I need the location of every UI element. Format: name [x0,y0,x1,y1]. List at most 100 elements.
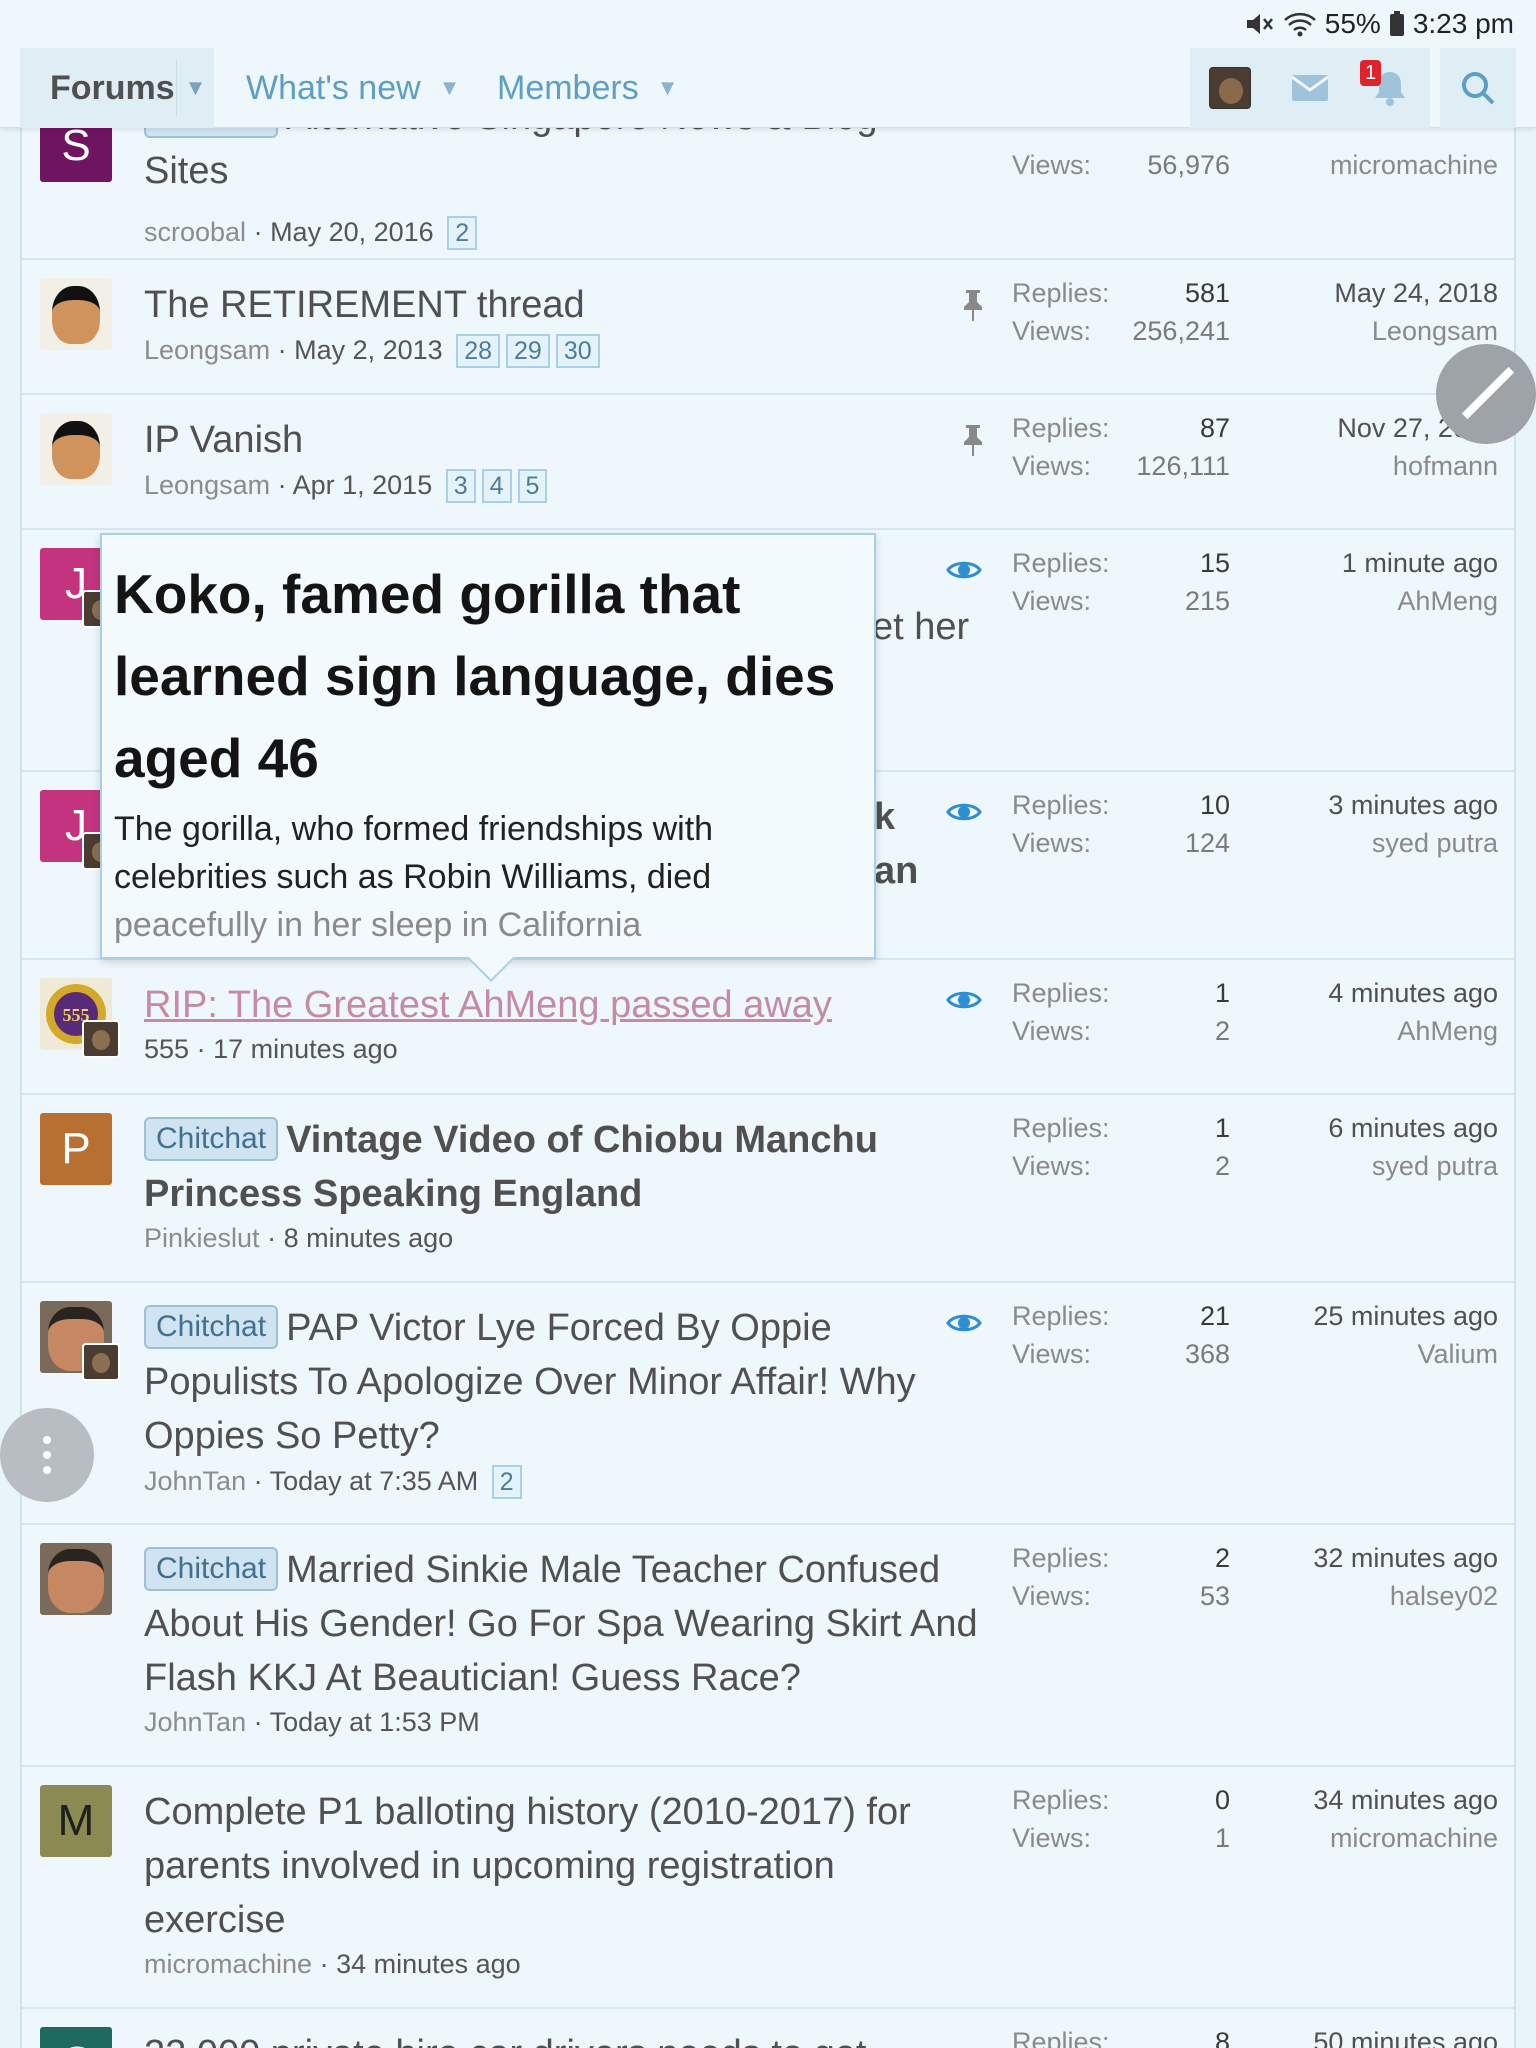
avatar[interactable] [40,1543,112,1615]
alert-count-badge: 1 [1360,60,1382,86]
last-post-user[interactable]: micromachine [1258,1819,1498,1857]
replies-label: Replies: [1012,1301,1110,1331]
page-link[interactable]: 2 [447,216,478,250]
views-label: Views: [1012,1823,1092,1853]
thread-row[interactable]: IP Vanish Leongsam · Apr 1, 2015 345 Rep… [22,395,1514,530]
tab-whats-new[interactable]: What's new ▼ [246,48,460,128]
thread-title[interactable]: Chitchat PAP Victor Lye Forced By Oppie P… [144,1301,984,1463]
thread-row[interactable]: Chitchat PAP Victor Lye Forced By Oppie P… [22,1283,1514,1525]
alerts-button[interactable]: 1 [1350,48,1430,128]
thread-row[interactable]: C 22,000 private hire car drivers needs … [22,2009,1514,2048]
search-button[interactable] [1440,48,1516,128]
last-post-user[interactable]: Valium [1258,1335,1498,1373]
thread-meta: 555 · 17 minutes ago [144,1034,398,1064]
avatar[interactable] [40,278,112,350]
last-post[interactable]: May 24, 2018 Leongsam [1258,274,1498,350]
avatar[interactable] [40,413,112,485]
avatar[interactable]: M [40,1785,112,1857]
last-post[interactable]: 1 minute ago AhMeng [1258,544,1498,620]
thread-prefix[interactable]: Chitchat [144,1117,279,1161]
thread-date: Apr 1, 2015 [292,470,433,500]
last-post[interactable]: 50 minutes ago [1258,2023,1498,2048]
thread-prefix[interactable]: Chitchat [144,1305,279,1349]
last-post-user[interactable]: micromachine [1258,146,1498,184]
last-post-time[interactable]: May 24, 2018 [1258,274,1498,312]
last-post-user[interactable]: syed putra [1258,1147,1498,1185]
avatar[interactable]: C [40,2027,112,2048]
last-post-time[interactable]: 6 minutes ago [1258,1109,1498,1147]
thread-title[interactable]: IP Vanish [144,413,984,467]
thread-title-continued[interactable]: an [874,844,954,898]
tab-forums[interactable]: Forums ▼ [20,48,214,128]
thread-title[interactable]: 22,000 private hire car drivers needs to… [144,2027,984,2048]
replies-count: 21 [1199,1301,1230,1331]
thread-meta: JohnTan · Today at 7:35 AM 2 [144,1465,522,1499]
wifi-icon [1283,12,1316,37]
thread-meta: Leongsam · May 2, 2013 28 29 30 [144,334,600,368]
last-post[interactable]: micromachine [1258,146,1498,184]
thread-stats: Replies: 8 [1012,2023,1230,2048]
thread-title[interactable]: Complete P1 balloting history (2010-2017… [144,1785,984,1947]
last-post-time[interactable]: 4 minutes ago [1258,974,1498,1012]
tab-members[interactable]: Members ▼ [497,48,678,128]
page-link[interactable]: 3 [445,469,476,503]
last-post-time[interactable]: 3 minutes ago [1258,786,1498,824]
thread-title[interactable]: RIP: The Greatest AhMeng passed away [144,978,984,1032]
last-post[interactable]: 4 minutes ago AhMeng [1258,974,1498,1050]
pin-icon [964,290,982,321]
page-link[interactable]: 2 [491,1465,522,1499]
last-post[interactable]: 32 minutes ago halsey02 [1258,1539,1498,1615]
thread-author[interactable]: Leongsam [144,470,270,500]
last-post-user[interactable]: halsey02 [1258,1577,1498,1615]
thread-title[interactable]: k [874,790,934,844]
thread-title-continued[interactable]: Sites [144,144,984,198]
last-post-user[interactable]: syed putra [1258,824,1498,862]
last-post[interactable]: 6 minutes ago syed putra [1258,1109,1498,1185]
last-post-time[interactable]: 34 minutes ago [1258,1781,1498,1819]
thread-prefix[interactable]: Chitchat [144,1547,279,1591]
page-link[interactable]: 5 [517,469,548,503]
thread-author[interactable]: scroobal [144,217,246,247]
thread-row[interactable]: Chitchat Married Sinkie Male Teacher Conf… [22,1525,1514,1767]
compose-button[interactable] [1436,344,1536,444]
last-post-user[interactable]: Leongsam [1258,312,1498,350]
last-post-time[interactable]: 25 minutes ago [1258,1297,1498,1335]
thread-author[interactable]: Leongsam [144,335,270,365]
thread-row[interactable]: 555 RIP: The Greatest AhMeng passed away… [22,960,1514,1095]
last-post-time[interactable]: 32 minutes ago [1258,1539,1498,1577]
account-button[interactable] [1190,48,1270,128]
page-link[interactable]: 30 [555,334,600,368]
thread-author[interactable]: micromachine [144,1949,312,1979]
last-post[interactable]: 3 minutes ago syed putra [1258,786,1498,862]
thread-date: 8 minutes ago [283,1223,454,1253]
inbox-button[interactable] [1270,48,1350,128]
thread-title[interactable]: Chitchat Vintage Video of Chiobu Manchu P… [144,1113,984,1221]
avatar[interactable]: P [40,1113,112,1185]
more-options-button[interactable] [0,1408,94,1502]
thread-row[interactable]: M Complete P1 balloting history (2010-20… [22,1767,1514,2009]
page-link[interactable]: 28 [456,334,501,368]
last-post[interactable]: 25 minutes ago Valium [1258,1297,1498,1373]
last-post[interactable]: 34 minutes ago micromachine [1258,1781,1498,1857]
thread-author[interactable]: JohnTan [144,1466,246,1496]
page-link[interactable]: 4 [481,469,512,503]
replies-label: Replies: [1012,978,1110,1008]
last-post-time[interactable]: 50 minutes ago [1258,2023,1498,2048]
last-post-time[interactable]: 1 minute ago [1258,544,1498,582]
last-post-user[interactable]: AhMeng [1258,1012,1498,1050]
thread-row[interactable]: The RETIREMENT thread Leongsam · May 2, … [22,260,1514,395]
thread-title[interactable]: Chitchat Married Sinkie Male Teacher Conf… [144,1543,984,1705]
thread-author[interactable]: Pinkieslut [144,1223,260,1253]
replies-label: Replies: [1012,1543,1110,1573]
last-post-user[interactable]: AhMeng [1258,582,1498,620]
thread-stats: Replies: 87 Views: 126,111 [1012,409,1230,485]
thread-author[interactable]: JohnTan [144,1707,246,1737]
chevron-down-icon[interactable]: ▼ [176,60,214,116]
thread-title[interactable]: The RETIREMENT thread [144,278,984,332]
thread-list: S ChitchatAlternative Singapore News & B… [20,100,1516,2048]
thread-author[interactable]: 555 [144,1034,189,1064]
thread-title[interactable]: et her [872,600,992,654]
thread-row[interactable]: P Chitchat Vintage Video of Chiobu Manchu… [22,1095,1514,1283]
page-link[interactable]: 29 [506,334,550,368]
last-post-user[interactable]: hofmann [1258,447,1498,485]
